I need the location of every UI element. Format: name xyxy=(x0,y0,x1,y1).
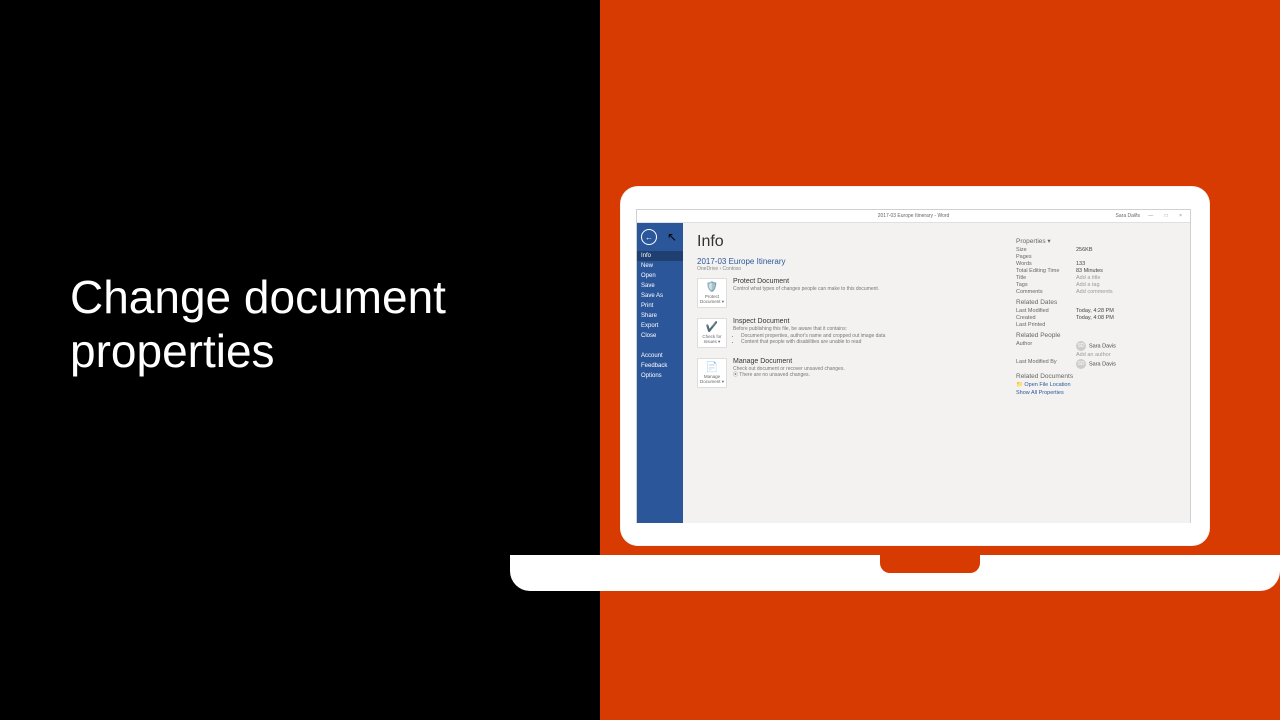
date-created: CreatedToday, 4:08 PM xyxy=(1016,315,1176,321)
shield-icon: 🛡️ xyxy=(698,282,726,293)
page-heading: Info xyxy=(697,233,1008,251)
sidebar-item-close[interactable]: Close xyxy=(637,331,683,341)
protect-document-button[interactable]: 🛡️ Protect Document ▾ xyxy=(697,278,727,308)
related-documents-heading: Related Documents xyxy=(1016,373,1176,380)
document-icon: 📄 xyxy=(698,362,726,373)
sidebar-item-open[interactable]: Open xyxy=(637,271,683,281)
date-last-printed: Last Printed xyxy=(1016,322,1176,328)
backstage-sidebar: ← Info New Open Save Save As Print Share… xyxy=(637,223,683,523)
manage-document-title: Manage Document xyxy=(733,358,845,365)
show-all-properties-link[interactable]: Show All Properties xyxy=(1016,390,1176,396)
inspect-document-desc: Before publishing this file, be aware th… xyxy=(733,326,885,332)
avatar-icon: SD xyxy=(1076,359,1086,369)
protect-document-tile: 🛡️ Protect Document ▾ Protect Document C… xyxy=(697,278,1008,308)
sidebar-item-share[interactable]: Share xyxy=(637,311,683,321)
minimize-button[interactable]: — xyxy=(1148,213,1158,219)
prop-comments: CommentsAdd comments xyxy=(1016,289,1176,295)
sidebar-item-save-as[interactable]: Save As xyxy=(637,291,683,301)
properties-heading[interactable]: Properties ▾ xyxy=(1016,237,1176,245)
inspect-bullet-2: Content that people with disabilities ar… xyxy=(741,339,885,345)
slide-headline: Change documentproperties xyxy=(70,270,446,378)
date-last-modified: Last ModifiedToday, 4:28 PM xyxy=(1016,308,1176,314)
manage-document-tile: 📄 Manage Document ▾ Manage Document Chec… xyxy=(697,358,1008,388)
check-for-issues-button[interactable]: ✔️ Check for Issues ▾ xyxy=(697,318,727,348)
protect-document-title: Protect Document xyxy=(733,278,879,285)
properties-panel: Properties ▾ Size256KB Pages Words133 To… xyxy=(1016,233,1176,513)
inspect-document-tile: ✔️ Check for Issues ▾ Inspect Document B… xyxy=(697,318,1008,348)
avatar-icon: SD xyxy=(1076,341,1086,351)
sidebar-item-new[interactable]: New xyxy=(637,261,683,271)
protect-document-label: Protect Document ▾ xyxy=(698,293,726,305)
manage-document-button[interactable]: 📄 Manage Document ▾ xyxy=(697,358,727,388)
back-button[interactable]: ← xyxy=(641,229,657,245)
sidebar-item-save[interactable]: Save xyxy=(637,281,683,291)
last-modified-by-row: Last Modified By SDSara Davis xyxy=(1016,359,1176,369)
check-icon: ✔️ xyxy=(698,322,726,333)
laptop-screen: ↖ 2017-03 Europe Itinerary - Word Sara D… xyxy=(620,186,1210,546)
sidebar-item-print[interactable]: Print xyxy=(637,301,683,311)
sidebar-item-info[interactable]: Info xyxy=(637,251,683,261)
manage-document-label: Manage Document ▾ xyxy=(698,373,726,385)
check-for-issues-label: Check for Issues ▾ xyxy=(698,333,726,345)
help-button[interactable]: ? xyxy=(1134,213,1142,219)
document-name: 2017-03 Europe Itinerary xyxy=(697,257,1008,266)
open-file-location-link[interactable]: 📁 Open File Location xyxy=(1016,382,1176,388)
manage-document-sub: ⦿ There are no unsaved changes. xyxy=(733,372,845,378)
inspect-document-title: Inspect Document xyxy=(733,318,885,325)
title-bar: 2017-03 Europe Itinerary - Word Sara Dav… xyxy=(637,210,1190,223)
window-title: 2017-03 Europe Itinerary - Word xyxy=(878,210,950,222)
close-button[interactable]: × xyxy=(1179,213,1187,219)
sidebar-item-export[interactable]: Export xyxy=(637,321,683,331)
prop-size: Size256KB xyxy=(1016,247,1176,253)
sidebar-item-options[interactable]: Options xyxy=(637,371,683,381)
protect-document-desc: Control what types of changes people can… xyxy=(733,286,879,292)
add-author-link[interactable]: Add an author xyxy=(1076,352,1111,358)
prop-tags: TagsAdd a tag xyxy=(1016,282,1176,288)
prop-words: Words133 xyxy=(1016,261,1176,267)
author-row: Author SDSara Davis xyxy=(1016,341,1176,351)
related-people-heading: Related People xyxy=(1016,332,1176,339)
prop-edit-time: Total Editing Time83 Minutes xyxy=(1016,268,1176,274)
prop-title: TitleAdd a title xyxy=(1016,275,1176,281)
sidebar-item-feedback[interactable]: Feedback xyxy=(637,361,683,371)
related-dates-heading: Related Dates xyxy=(1016,299,1176,306)
document-path: OneDrive › Contoso xyxy=(697,266,1008,272)
sidebar-item-account[interactable]: Account xyxy=(637,351,683,361)
restore-button[interactable]: □ xyxy=(1165,213,1173,219)
word-backstage-window: ↖ 2017-03 Europe Itinerary - Word Sara D… xyxy=(636,209,1191,523)
prop-pages: Pages xyxy=(1016,254,1176,260)
laptop-touchpad xyxy=(880,555,980,573)
